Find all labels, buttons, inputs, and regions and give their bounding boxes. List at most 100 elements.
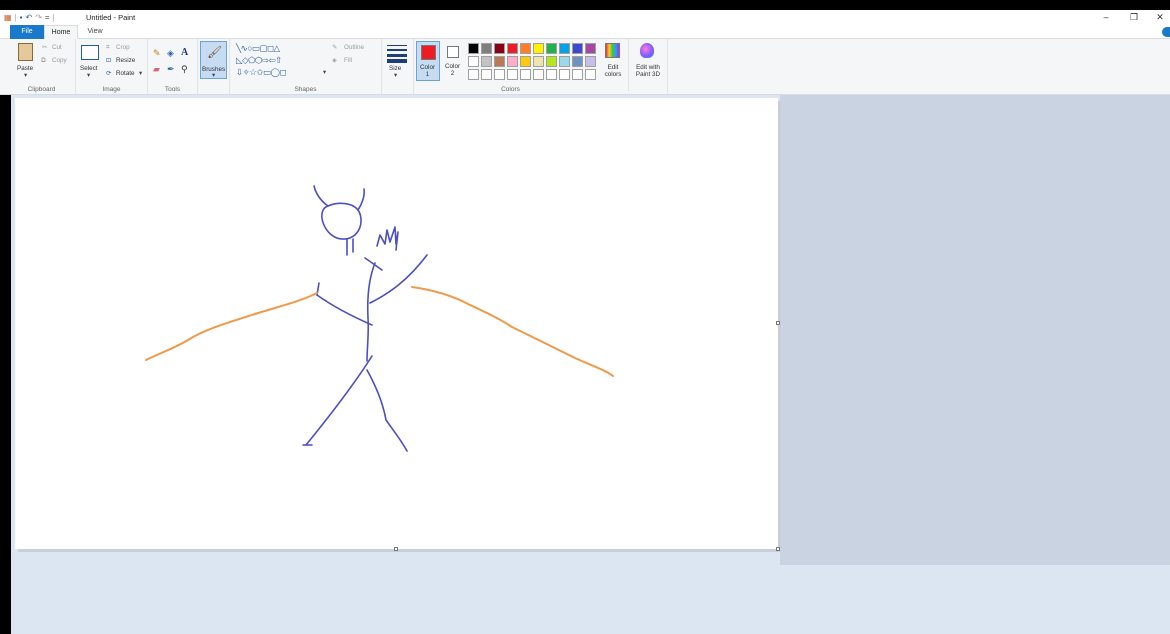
resize-icon: ⊡: [106, 57, 112, 64]
palette-swatch[interactable]: [585, 56, 596, 67]
palette-swatch[interactable]: [572, 56, 583, 67]
palette-swatch[interactable]: [559, 56, 570, 67]
pencil-icon[interactable]: ✎: [153, 48, 161, 59]
tools-group: ✎ ◈ A ▰ ✒ ⚲ Tools: [148, 39, 198, 95]
palette-swatch[interactable]: [507, 69, 518, 80]
crop-button[interactable]: Crop: [116, 44, 130, 51]
color1-button[interactable]: Color 1: [416, 41, 440, 81]
shapes-row2-icon[interactable]: ◺◇⬠⬡⇨⇦⇧: [236, 55, 282, 66]
palette-swatch[interactable]: [520, 69, 531, 80]
paste-icon: [18, 43, 33, 61]
left-leg-stroke: [305, 355, 373, 446]
resize-handle-corner[interactable]: [776, 547, 780, 551]
palette-swatch[interactable]: [585, 69, 596, 80]
resize-button[interactable]: Resize: [116, 57, 135, 64]
text-icon[interactable]: A: [181, 47, 188, 58]
teeth-stroke: [346, 238, 354, 256]
palette-swatch[interactable]: [468, 56, 479, 67]
shapes-row3-icon[interactable]: ⇩✧☆✩▭◯◻: [236, 67, 287, 78]
brushes-button[interactable]: 🖌 Brushes ▾: [200, 41, 227, 79]
palette-swatch[interactable]: [494, 43, 505, 54]
select-button[interactable]: Select: [80, 65, 98, 72]
palette-swatch[interactable]: [546, 69, 557, 80]
select-icon: [81, 45, 99, 60]
ribbon-tabs: File Home View: [0, 25, 1170, 40]
outline-button[interactable]: Outline: [344, 44, 364, 51]
ribbon: Paste ▾ ✂ Cut ⧉ Copy Clipboard Select ▾ …: [0, 39, 1170, 95]
palette-swatch[interactable]: [494, 69, 505, 80]
tab-home[interactable]: Home: [44, 25, 78, 40]
horn-left-stroke: [313, 185, 329, 207]
fill-icon[interactable]: ◈: [167, 48, 174, 59]
cut-button[interactable]: Cut: [52, 44, 62, 51]
palette-swatch[interactable]: [572, 69, 583, 80]
spiky-hair-stroke: [376, 226, 399, 251]
resize-handle-right[interactable]: [776, 321, 780, 325]
palette-swatch[interactable]: [481, 43, 492, 54]
tab-view[interactable]: View: [80, 25, 110, 39]
drawing-canvas[interactable]: [15, 98, 778, 549]
rotate-dropdown-icon[interactable]: ▾: [139, 70, 142, 77]
select-dropdown-icon[interactable]: ▾: [87, 72, 90, 79]
edit-paint3d-button[interactable]: Edit with Paint 3D: [632, 64, 664, 78]
paste-dropdown-icon[interactable]: ▾: [24, 72, 27, 79]
tab-file[interactable]: File: [10, 25, 44, 39]
restore-button[interactable]: ❐: [1120, 10, 1148, 25]
redo-icon[interactable]: ↷: [35, 12, 42, 23]
size-group: Size ▾: [382, 39, 414, 95]
paint3d-icon: [640, 43, 654, 58]
right-wing-stroke: [411, 286, 614, 377]
palette-swatch[interactable]: [533, 56, 544, 67]
right-leg-stroke: [366, 369, 408, 452]
palette-swatch[interactable]: [533, 43, 544, 54]
palette-swatch[interactable]: [507, 43, 518, 54]
resize-handle-bottom[interactable]: [394, 547, 398, 551]
paint-icon: ▦: [4, 13, 12, 22]
save-icon[interactable]: ▪: [20, 12, 23, 23]
palette-swatch[interactable]: [507, 56, 518, 67]
color-picker-icon[interactable]: ✒: [167, 64, 175, 75]
palette-swatch[interactable]: [546, 56, 557, 67]
minimize-button[interactable]: –: [1092, 10, 1120, 25]
help-icon[interactable]: [1162, 27, 1170, 37]
palette-swatch[interactable]: [520, 56, 531, 67]
palette-swatch[interactable]: [520, 43, 531, 54]
copy-icon: ⧉: [41, 57, 46, 64]
copy-button[interactable]: Copy: [52, 57, 67, 64]
wings-drawing: [145, 286, 614, 377]
clipboard-label: Clipboard: [27, 86, 56, 93]
palette-swatch[interactable]: [481, 56, 492, 67]
size-dropdown-icon[interactable]: ▾: [394, 72, 397, 79]
edit-colors-button[interactable]: Edit colors: [602, 64, 624, 78]
crop-icon: ⌗: [106, 44, 110, 51]
color1-swatch: [421, 45, 436, 60]
rotate-icon: ⟳: [106, 70, 112, 77]
palette-swatch[interactable]: [585, 43, 596, 54]
palette-swatch[interactable]: [559, 69, 570, 80]
color2-button[interactable]: Color 2: [442, 41, 466, 81]
palette-swatch[interactable]: [572, 43, 583, 54]
palette-swatch[interactable]: [468, 69, 479, 80]
size-button[interactable]: Size: [389, 65, 401, 72]
customize-icon[interactable]: =: [45, 12, 50, 23]
rotate-button[interactable]: Rotate: [116, 70, 135, 77]
brushes-dropdown-icon: ▾: [212, 72, 216, 79]
image-group: Select ▾ ⌗ Crop ⊡ Resize ⟳ Rotate ▾ Imag…: [76, 39, 148, 95]
shapes-more-icon[interactable]: ▾: [323, 69, 326, 76]
shapes-row1-icon[interactable]: ╲∿○▭▢◻△: [236, 43, 280, 54]
brushes-group: 🖌 Brushes ▾: [198, 39, 230, 95]
palette-swatch[interactable]: [468, 43, 479, 54]
fill-button[interactable]: Fill: [344, 57, 352, 64]
right-arm-stroke: [369, 254, 428, 304]
undo-icon[interactable]: ↶: [25, 12, 32, 23]
palette-swatch[interactable]: [546, 43, 557, 54]
head-stroke: [321, 202, 362, 240]
palette-swatch[interactable]: [494, 56, 505, 67]
paste-button[interactable]: Paste: [17, 65, 33, 72]
palette-swatch[interactable]: [559, 43, 570, 54]
palette-swatch[interactable]: [533, 69, 544, 80]
close-button[interactable]: ✕: [1146, 10, 1170, 25]
magnifier-icon[interactable]: ⚲: [181, 64, 188, 75]
eraser-icon[interactable]: ▰: [153, 64, 160, 75]
palette-swatch[interactable]: [481, 69, 492, 80]
